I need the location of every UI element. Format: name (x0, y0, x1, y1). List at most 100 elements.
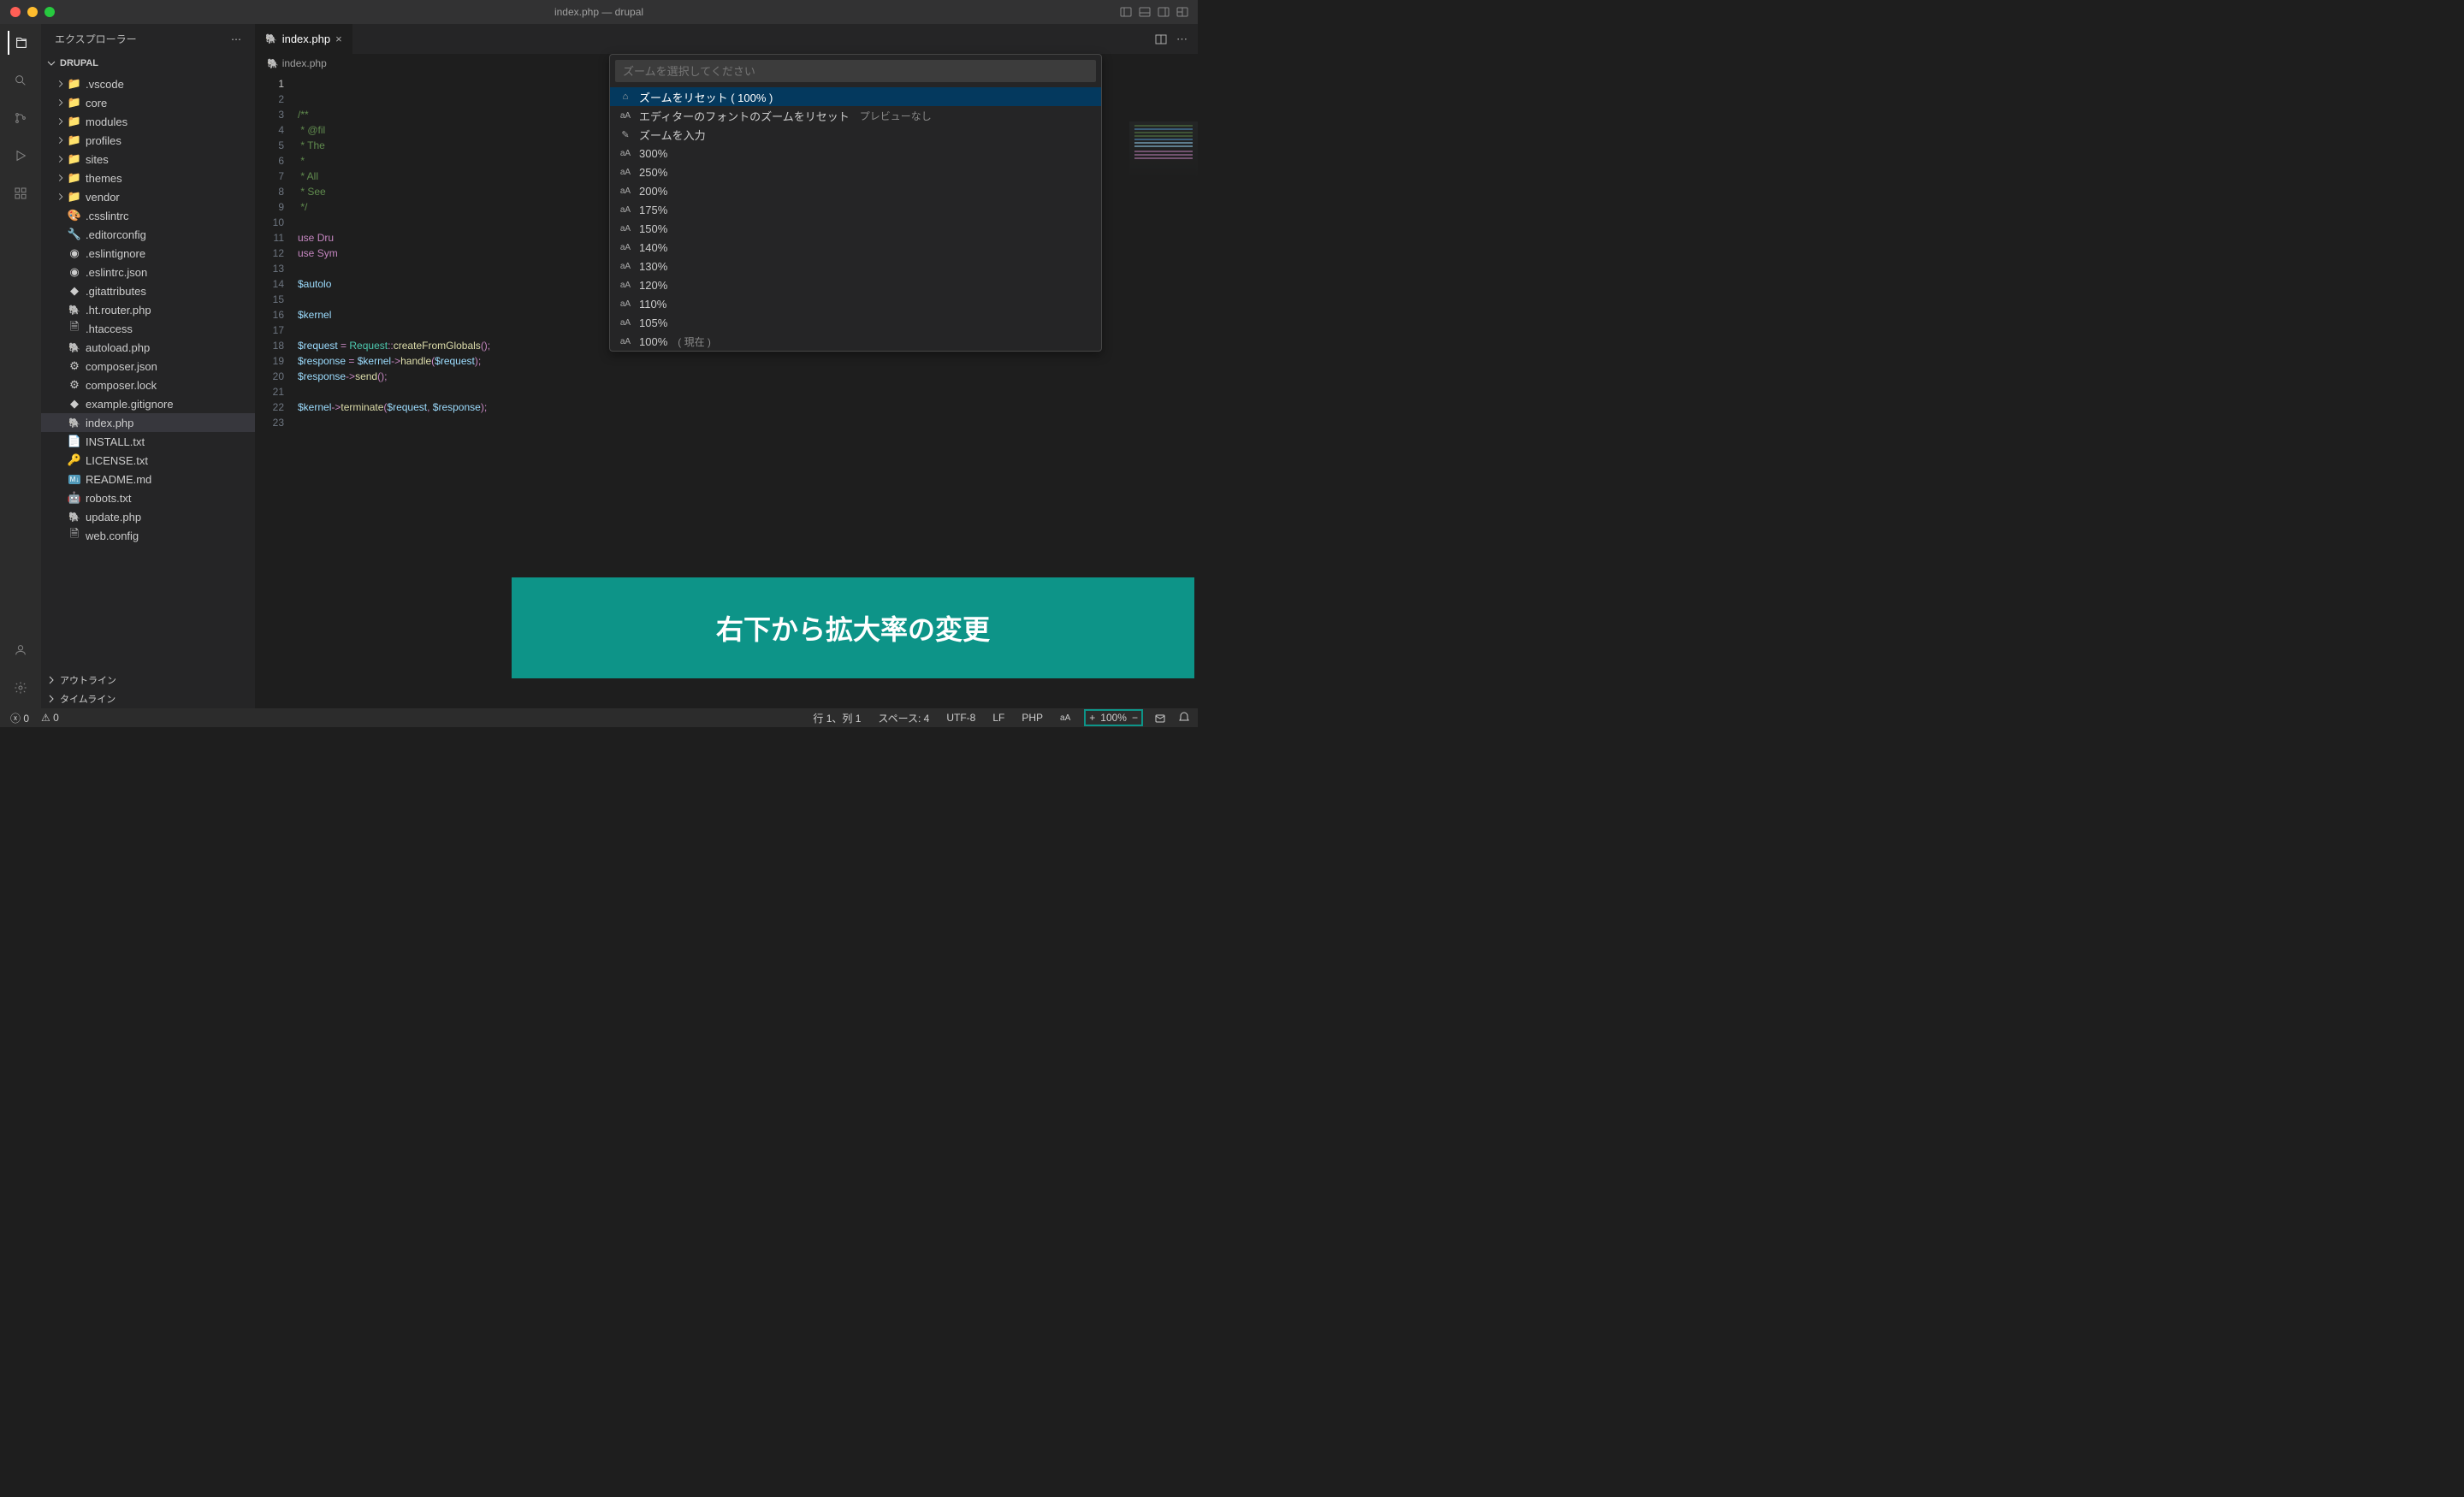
line-number: 14 (255, 276, 284, 292)
search-icon[interactable] (9, 68, 33, 92)
file-icon: M↓ (67, 475, 82, 484)
run-debug-icon[interactable] (9, 144, 33, 168)
status-errors[interactable]: ⓧ 0 (7, 711, 33, 725)
file-item[interactable]: 🔧.editorconfig (41, 225, 255, 244)
chevron-right-icon (55, 77, 67, 91)
file-item[interactable]: 🐘autoload.php (41, 338, 255, 357)
file-item[interactable]: 📄INSTALL.txt (41, 432, 255, 451)
file-item[interactable]: ◆.gitattributes (41, 281, 255, 300)
zoom-value[interactable]: 100% (1100, 712, 1127, 724)
zoom-in-icon[interactable]: + (1089, 712, 1095, 724)
bell-icon[interactable] (1177, 711, 1191, 725)
folder-item[interactable]: 📁profiles (41, 131, 255, 150)
file-item[interactable]: 🐘update.php (41, 507, 255, 526)
folder-item[interactable]: 📁.vscode (41, 74, 255, 93)
sidebar-more-icon[interactable]: ⋯ (231, 33, 241, 45)
status-zoom-control[interactable]: + 100% − (1084, 709, 1143, 726)
quick-pick-icon: aA (619, 262, 632, 271)
file-item[interactable]: 🎨.csslintrc (41, 206, 255, 225)
editor-tabs: 🐘 index.php × ⋯ (255, 24, 1198, 54)
file-item[interactable]: 🤖robots.txt (41, 488, 255, 507)
file-item[interactable]: ⚙composer.json (41, 357, 255, 376)
quick-pick-item[interactable]: aA300% (610, 144, 1101, 163)
project-name: DRUPAL (60, 58, 98, 68)
quick-pick-item[interactable]: aA200% (610, 181, 1101, 200)
split-editor-icon[interactable] (1154, 33, 1168, 46)
quick-pick-input[interactable] (615, 60, 1096, 82)
file-item[interactable]: ◉.eslintrc.json (41, 263, 255, 281)
folder-icon: 📁 (67, 190, 82, 204)
file-item[interactable]: ◆example.gitignore (41, 394, 255, 413)
folder-icon: 📁 (67, 96, 82, 109)
breadcrumb-label: index.php (282, 57, 327, 69)
file-item[interactable]: M↓README.md (41, 470, 255, 488)
minimize-window[interactable] (27, 7, 38, 17)
folder-item[interactable]: 📁core (41, 93, 255, 112)
folder-item[interactable]: 📁 vendor (41, 187, 255, 206)
quick-pick-icon: aA (619, 337, 632, 346)
timeline-panel[interactable]: タイムライン (41, 689, 255, 708)
project-header[interactable]: DRUPAL (41, 54, 255, 73)
quick-pick-item[interactable]: aA140% (610, 238, 1101, 257)
quick-pick-item[interactable]: aA150% (610, 219, 1101, 238)
minimap[interactable] (1129, 121, 1198, 181)
quick-pick-item[interactable]: aA130% (610, 257, 1101, 275)
line-number: 20 (255, 369, 284, 384)
folder-item[interactable]: 📁modules (41, 112, 255, 131)
file-item[interactable]: 🗎web.config (41, 526, 255, 545)
quick-pick-label: 250% (639, 166, 667, 179)
explorer-icon[interactable] (8, 31, 32, 55)
line-number: 23 (255, 415, 284, 430)
quick-pick-item[interactable]: aA250% (610, 163, 1101, 181)
file-item[interactable]: 🔑LICENSE.txt (41, 451, 255, 470)
quick-pick-item[interactable]: ✎ズームを入力 (610, 125, 1101, 144)
file-item[interactable]: ◉.eslintignore (41, 244, 255, 263)
quick-pick-label: 140% (639, 241, 667, 254)
outline-panel[interactable]: アウトライン (41, 671, 255, 689)
accounts-icon[interactable] (9, 638, 33, 662)
source-control-icon[interactable] (9, 106, 33, 130)
status-indentation[interactable]: スペース: 4 (874, 711, 933, 725)
status-language[interactable]: PHP (1018, 712, 1046, 724)
status-cursor-position[interactable]: 行 1、列 1 (809, 711, 864, 725)
quick-pick-icon: aA (619, 299, 632, 309)
chevron-right-icon (55, 96, 67, 109)
quick-pick-item[interactable]: aA175% (610, 200, 1101, 219)
file-item[interactable]: 🐘.ht.router.php (41, 300, 255, 319)
quick-pick-item[interactable]: aA105% (610, 313, 1101, 332)
folder-name: vendor (86, 191, 120, 204)
panel-bottom-icon[interactable] (1138, 5, 1152, 19)
folder-icon: 📁 (67, 77, 82, 91)
line-number: 4 (255, 122, 284, 138)
settings-gear-icon[interactable] (9, 676, 33, 700)
close-window[interactable] (10, 7, 21, 17)
tab-index-php[interactable]: 🐘 index.php × (255, 24, 353, 54)
quick-pick-item[interactable]: aA120% (610, 275, 1101, 294)
zoom-out-icon[interactable]: − (1132, 712, 1138, 724)
close-tab-icon[interactable]: × (335, 33, 342, 45)
status-encoding[interactable]: UTF-8 (943, 712, 979, 724)
file-item[interactable]: 🐘index.php (41, 413, 255, 432)
folder-item[interactable]: 📁themes (41, 169, 255, 187)
panel-left-icon[interactable] (1119, 5, 1133, 19)
tab-more-icon[interactable]: ⋯ (1176, 33, 1188, 46)
quick-pick-item[interactable]: aAエディターのフォントのズームをリセットプレビューなし (610, 106, 1101, 125)
folder-item[interactable]: 📁sites (41, 150, 255, 169)
notifications-icon[interactable] (1153, 711, 1167, 725)
quick-pick-label: 200% (639, 185, 667, 198)
file-item[interactable]: 🗎.htaccess (41, 319, 255, 338)
chevron-right-icon (44, 692, 58, 706)
status-warnings[interactable]: ⚠ 0 (38, 712, 62, 724)
line-number: 19 (255, 353, 284, 369)
layout-icon[interactable] (1176, 5, 1189, 19)
panel-right-icon[interactable] (1157, 5, 1170, 19)
extensions-icon[interactable] (9, 181, 33, 205)
maximize-window[interactable] (44, 7, 55, 17)
status-font-zoom[interactable]: aA (1057, 713, 1074, 723)
quick-pick-item[interactable]: ⌂ズームをリセット ( 100% ) (610, 87, 1101, 106)
titlebar: index.php — drupal (0, 0, 1198, 24)
status-eol[interactable]: LF (989, 712, 1008, 724)
quick-pick-item[interactable]: aA110% (610, 294, 1101, 313)
quick-pick-item[interactable]: aA100%( 現在 ) (610, 332, 1101, 351)
file-item[interactable]: ⚙composer.lock (41, 376, 255, 394)
